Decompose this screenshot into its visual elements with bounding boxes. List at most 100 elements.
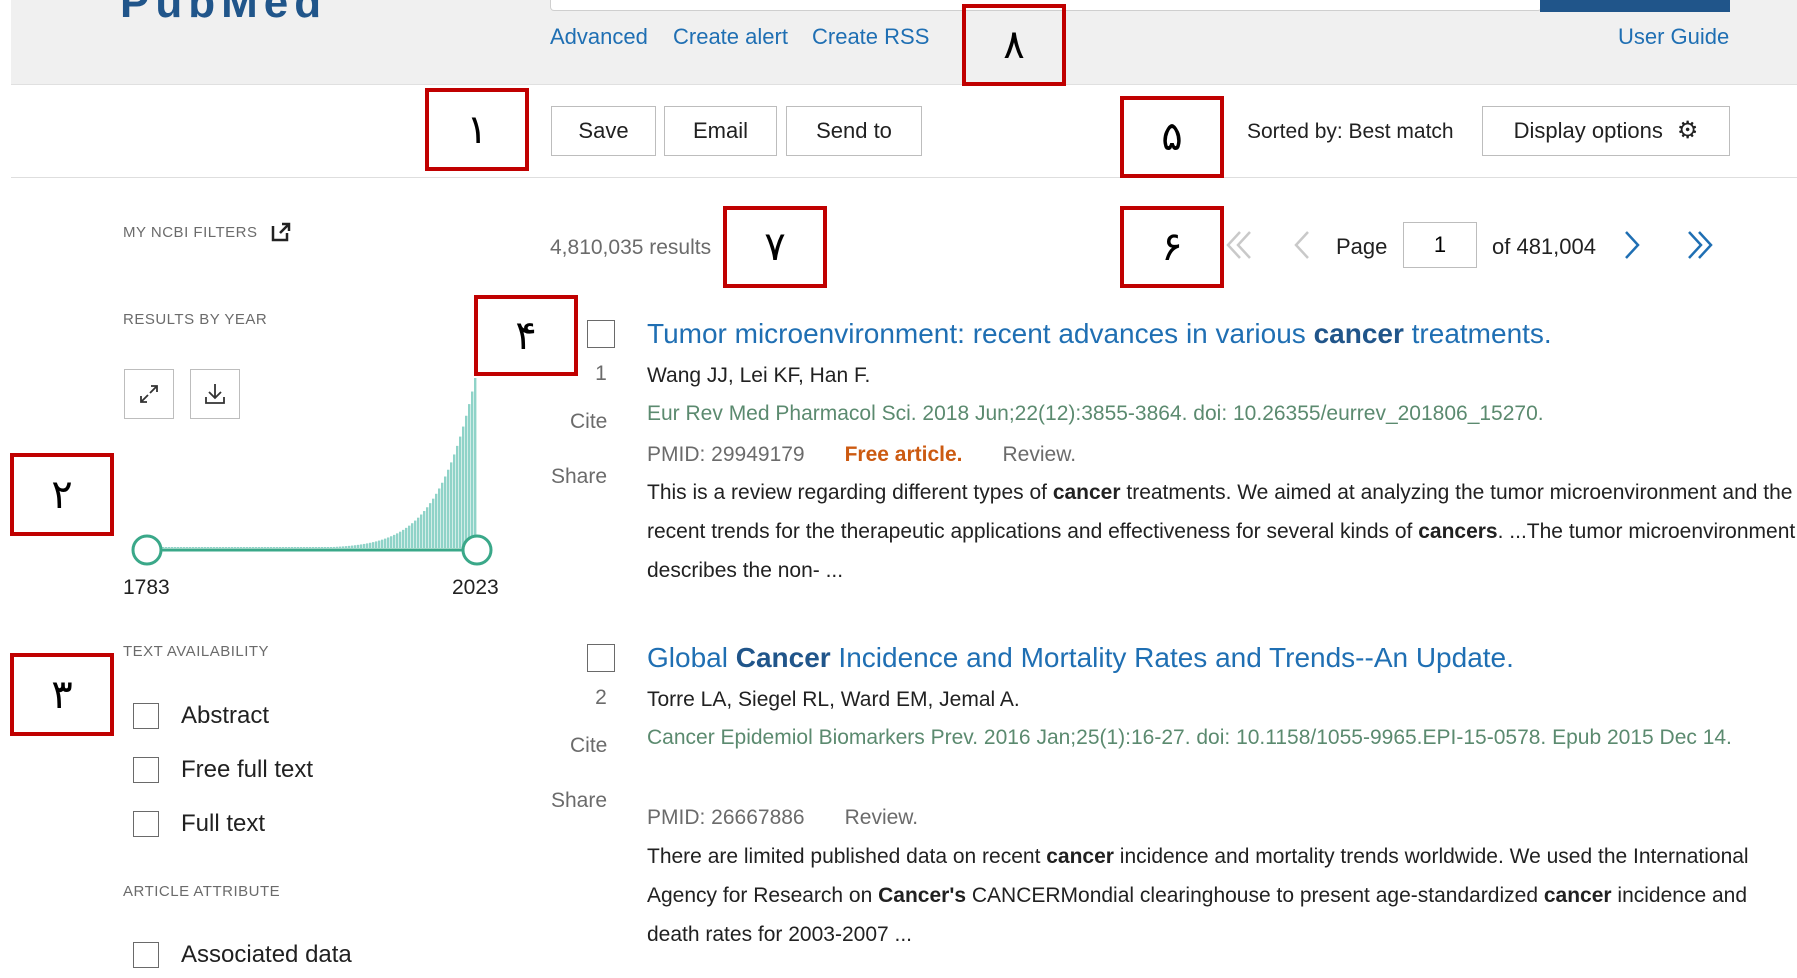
sort-order-label[interactable]: Sorted by: Best match [1247,120,1454,144]
save-button[interactable]: Save [551,106,656,156]
pubmed-logo[interactable]: PubMed [120,0,410,27]
results-by-year-heading: RESULTS BY YEAR [123,311,268,328]
next-page-icon[interactable] [1620,228,1644,262]
year-start-handle[interactable] [131,534,163,566]
result-number: 2 [595,686,607,709]
histogram-bar [207,547,210,548]
last-page-icon[interactable] [1683,228,1717,262]
histogram-bar [411,523,414,548]
histogram-bar [222,547,225,548]
histogram-bar [375,541,378,548]
histogram-bar [213,547,216,548]
histogram-bar [183,547,186,548]
filter-associated-data[interactable]: Associated data [133,941,352,969]
display-options-button[interactable]: Display options ⚙ [1482,106,1730,156]
histogram-bar [426,507,429,548]
histogram-bar [447,469,450,548]
create-rss-link[interactable]: Create RSS [812,24,929,50]
histogram-bar [285,547,288,548]
title-text: Global [647,642,736,673]
external-link-icon [272,222,291,242]
filter-label: Free full text [181,756,314,783]
histogram-bar [273,547,276,548]
histogram-bar [453,454,456,548]
title-text: Incidence and Mortality Rates and Trends… [830,642,1514,673]
histogram-bar [171,547,174,548]
gear-icon: ⚙ [1676,117,1699,144]
histogram-bar [303,547,306,548]
histogram-bar [240,547,243,548]
result-title-link[interactable]: Tumor microenvironment: recent advances … [647,318,1552,350]
filter-full-text[interactable]: Full text [133,810,265,838]
text-availability-heading: TEXT AVAILABILITY [123,643,270,660]
first-page-icon[interactable] [1222,228,1256,262]
histogram-bar [312,547,315,548]
checkbox[interactable] [133,811,159,837]
annotation-marker-7: ٧ [723,206,827,288]
histogram-bar [417,517,420,548]
result-checkbox[interactable] [587,320,615,348]
histogram-bar [228,547,231,548]
histogram-bar [474,378,477,548]
search-button[interactable] [1540,0,1730,12]
histogram-bar [408,525,411,548]
histogram-bar [444,476,447,548]
histogram-bar [258,547,261,548]
histogram-bar [384,538,387,548]
histogram-bar [294,547,297,548]
filter-free-full-text[interactable]: Free full text [133,756,313,784]
histogram-bar [450,462,453,548]
result-checkbox[interactable] [587,644,615,672]
histogram-bar [402,529,405,548]
histogram-bar [174,547,177,548]
histogram-bar [204,547,207,548]
annotation-marker-2: ٢ [10,453,114,536]
histogram-bar [456,445,459,548]
result-pmid: PMID: 26667886 [647,806,805,829]
histogram-bar [354,545,357,548]
checkbox[interactable] [133,757,159,783]
result-title-link[interactable]: Global Cancer Incidence and Mortality Ra… [647,642,1514,674]
my-ncbi-filters[interactable]: MY NCBI FILTERS [123,222,291,242]
results-count: 4,810,035 results [550,236,712,259]
create-alert-link[interactable]: Create alert [673,24,788,50]
histogram-bar [438,488,441,548]
histogram-bar [279,547,282,548]
histogram-bar [381,539,384,548]
annotation-marker-8: ٨ [962,4,1066,86]
result-meta: PMID: 26667886 Review. [647,806,918,830]
send-to-button[interactable]: Send to [786,106,922,156]
filter-label: Full text [181,810,266,837]
histogram-bar [429,503,432,548]
histogram-bar [255,547,258,548]
cite-button[interactable]: Cite [570,410,607,434]
snippet-text: There are limited published data on rece… [647,845,1047,868]
result-snippet: There are limited published data on rece… [647,837,1797,954]
advanced-link[interactable]: Advanced [550,24,648,50]
checkbox[interactable] [133,703,159,729]
histogram-bar [360,544,363,548]
previous-page-icon[interactable] [1290,228,1314,262]
result-number: 1 [595,362,607,385]
result-citation: Eur Rev Med Pharmacol Sci. 2018 Jun;22(1… [647,402,1544,425]
email-button[interactable]: Email [664,106,777,156]
histogram-bar [252,547,255,548]
page-number-input[interactable] [1403,222,1477,268]
histogram-bar [219,547,222,548]
cite-button[interactable]: Cite [570,734,607,758]
year-histogram[interactable] [120,370,510,580]
result-type: Review. [844,806,919,829]
histogram-bar [348,545,351,548]
histogram-bar [282,547,285,548]
histogram-bar [198,547,201,548]
histogram-bar [264,547,267,548]
histogram-bar [168,547,171,548]
user-guide-link[interactable]: User Guide [1618,24,1729,50]
histogram-bar [291,547,294,548]
highlighted-term: cancer [1052,481,1121,504]
share-button[interactable]: Share [551,465,607,489]
share-button[interactable]: Share [551,789,607,813]
filter-abstract[interactable]: Abstract [133,702,269,730]
year-end-handle[interactable] [461,534,493,566]
checkbox[interactable] [133,942,159,968]
